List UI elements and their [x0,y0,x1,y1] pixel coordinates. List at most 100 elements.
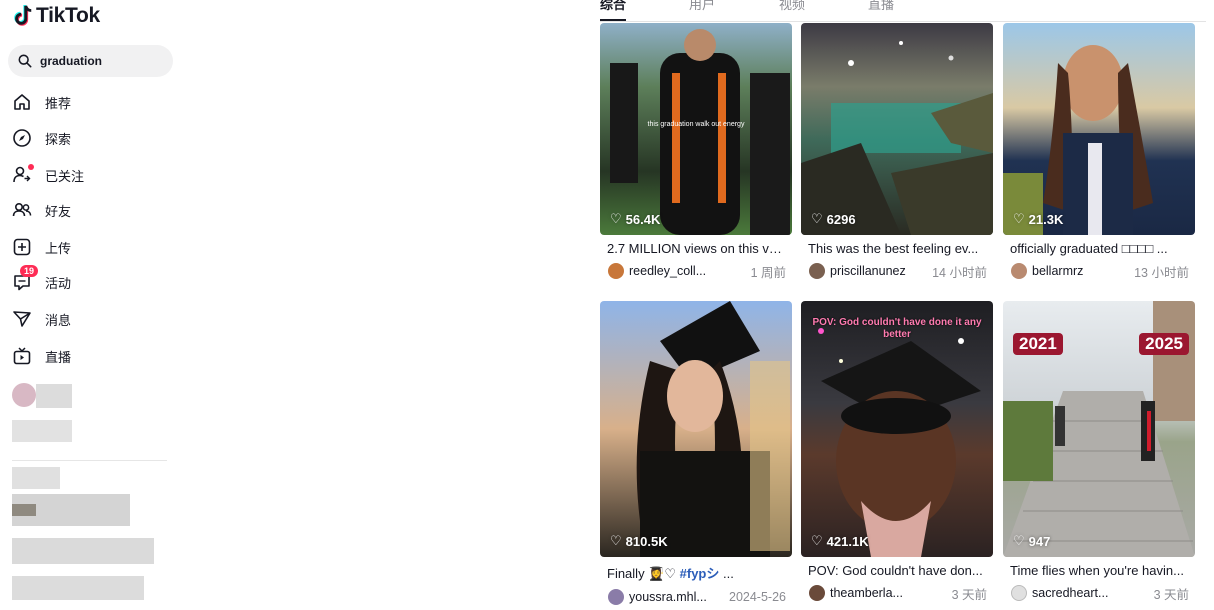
thumbnail-art [636,301,790,557]
author-avatar[interactable] [809,263,825,279]
tab-live[interactable]: 直播 [868,0,894,13]
profile-avatar-blurred[interactable] [12,383,36,407]
author-name[interactable]: priscillanunez [830,264,926,278]
author-avatar[interactable] [608,263,624,279]
live-icon [12,346,32,366]
upload-icon [12,237,32,257]
video-card[interactable]: 2021 2025 ♡ 947 Time flies when you're ha… [1003,301,1195,602]
video-description[interactable]: POV: God couldn't have don... [801,563,983,578]
author-name[interactable]: reedley_coll... [629,264,745,278]
nav-label: 活动 [45,275,72,291]
nav-item-live[interactable]: 直播 [12,343,71,369]
video-description[interactable]: Finally 👩‍🎓♡ #fypシ ... [600,563,782,582]
video-card[interactable]: this graduation walk out energy ♡ 56.4K 2… [600,23,792,280]
search-input[interactable] [40,54,160,68]
video-card[interactable]: ♡ 21.3K officially graduated □□□□ ... bel… [1003,23,1195,280]
search-tabs: 综合 用户 视频 直播 [600,0,1206,22]
tiktok-logo-icon [14,5,32,26]
video-card[interactable]: ♡ 6296 This was the best feeling ev... pr… [801,23,993,280]
like-count: ♡ 6296 [811,211,856,227]
like-count-value: 421.1K [826,533,869,549]
video-thumbnail[interactable]: ♡ 21.3K [1003,23,1195,235]
tab-videos[interactable]: 视频 [779,0,805,13]
nav-label: 消息 [45,312,72,328]
video-meta: priscillanunez 14 小时前 [801,262,993,280]
following-account-blurred[interactable] [12,576,144,600]
video-overlay-caption: this graduation walk out energy [647,121,745,128]
year-label-right: 2025 [1139,333,1189,355]
author-avatar[interactable] [1011,263,1027,279]
video-meta: theamberla... 3 天前 [801,584,993,602]
video-thumbnail[interactable]: ♡ 810.5K [600,301,792,557]
heart-outline-icon: ♡ [610,211,622,226]
search-icon [18,54,32,68]
author-name[interactable]: sacredheart... [1032,586,1148,600]
nav-item-messages[interactable]: 消息 [12,306,71,332]
author-avatar[interactable] [809,585,825,601]
heart-outline-icon: ♡ [1013,211,1025,226]
nav-label: 推荐 [45,95,72,111]
search-bar[interactable] [8,45,173,77]
following-account-blurred[interactable] [12,504,36,516]
like-count: ♡ 947 [1013,533,1050,549]
video-meta: reedley_coll... 1 周前 [600,262,792,280]
post-time: 3 天前 [1153,587,1189,602]
video-description[interactable]: This was the best feeling ev... [801,241,983,256]
following-header-blurred [12,467,60,489]
like-count: ♡ 56.4K [610,211,660,227]
nav-item-upload[interactable]: 上传 [12,234,71,260]
like-count-value: 56.4K [625,211,661,227]
like-count-value: 810.5K [625,533,668,549]
sidebar: TikTok 推荐 探索 已关注 好友 上传 19 活动 消息 直播 [0,0,180,610]
video-thumbnail[interactable]: ♡ 6296 [801,23,993,235]
compass-icon [12,128,32,148]
video-card[interactable]: POV: God couldn't have done it any bette… [801,301,993,602]
like-count-value: 21.3K [1028,211,1064,227]
like-count: ♡ 421.1K [811,533,869,549]
video-card[interactable]: ♡ 810.5K Finally 👩‍🎓♡ #fypシ ... youssra.m… [600,301,792,606]
like-count-value: 6296 [826,211,856,227]
following-account-blurred[interactable] [12,538,154,564]
video-description[interactable]: Time flies when you're havin... [1003,563,1185,578]
nav-item-following[interactable]: 已关注 [12,162,84,188]
following-icon [12,164,34,185]
author-name[interactable]: theamberla... [830,586,946,600]
tiktok-logo[interactable]: TikTok [12,4,100,28]
activity-icon: 19 [12,265,39,292]
author-avatar[interactable] [608,589,624,605]
post-time: 1 周前 [750,265,786,280]
video-description[interactable]: officially graduated □□□□ ... [1003,241,1185,256]
author-name[interactable]: bellarmrz [1032,264,1128,278]
heart-outline-icon: ♡ [811,211,823,226]
nav-label: 上传 [45,240,72,256]
blurred-row[interactable] [12,420,72,442]
profile-name-blurred[interactable] [36,384,72,408]
author-avatar[interactable] [1011,585,1027,601]
video-thumbnail[interactable]: POV: God couldn't have done it any bette… [801,301,993,557]
like-count: ♡ 21.3K [1013,211,1063,227]
post-time: 14 小时前 [932,265,987,280]
desc-emoji: 👩‍🎓♡ [648,566,680,581]
heart-outline-icon: ♡ [1013,533,1025,548]
home-icon [12,92,32,112]
friends-icon [12,200,32,220]
nav-label: 好友 [45,203,72,219]
nav-item-foryou[interactable]: 推荐 [12,89,71,115]
desc-text: ... [719,566,734,581]
nav-item-friends[interactable]: 好友 [12,197,71,223]
like-count-value: 947 [1028,533,1051,549]
tab-top[interactable]: 综合 [600,0,627,21]
video-thumbnail[interactable]: this graduation walk out energy ♡ 56.4K [600,23,792,235]
video-thumbnail[interactable]: 2021 2025 ♡ 947 [1003,301,1195,557]
video-overlay-caption: POV: God couldn't have done it any bette… [812,317,982,340]
post-time: 13 小时前 [1134,265,1189,280]
author-name[interactable]: youssra.mhl... [629,590,723,604]
nav-label: 探索 [45,131,72,147]
nav-item-activity[interactable]: 19 活动 [12,265,72,295]
nav-item-explore[interactable]: 探索 [12,125,71,151]
tab-users[interactable]: 用户 [689,0,715,13]
hashtag-link[interactable]: #fypシ [680,566,720,581]
logo-text: TikTok [36,4,100,27]
video-description[interactable]: 2.7 MILLION views on this vi... [600,241,782,256]
messages-icon [12,309,32,329]
